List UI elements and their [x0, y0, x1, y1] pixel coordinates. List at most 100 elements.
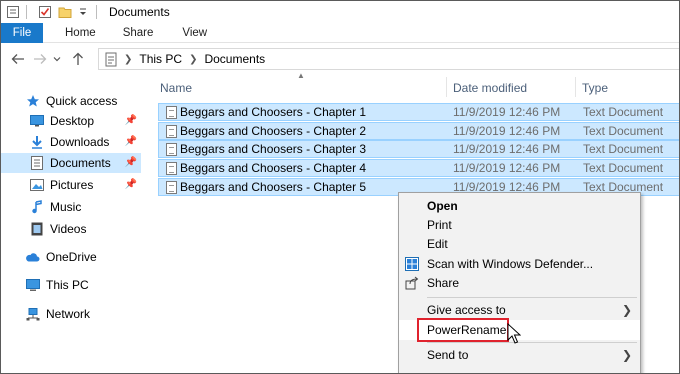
sidebar-item-label: OneDrive	[46, 250, 97, 264]
file-date: 11/9/2019 12:46 PM	[453, 161, 561, 175]
mouse-pointer-icon	[507, 322, 522, 345]
tab-view[interactable]: View	[166, 23, 220, 43]
menu-item-label: Send to	[427, 348, 469, 362]
computer-icon	[25, 278, 40, 292]
desktop-folder-icon	[29, 114, 44, 128]
tab-share[interactable]: Share	[109, 23, 167, 43]
up-arrow-icon[interactable]	[69, 49, 87, 69]
column-divider[interactable]	[575, 77, 576, 97]
column-header-type[interactable]: Type	[582, 79, 608, 97]
file-row[interactable]: Beggars and Choosers - Chapter 1 11/9/20…	[158, 103, 679, 121]
file-name: Beggars and Choosers - Chapter 5	[180, 180, 367, 194]
menu-item-label: Give access to	[427, 303, 506, 317]
sidebar-item-label: This PC	[46, 278, 89, 292]
breadcrumb-documents[interactable]: Documents	[204, 52, 265, 66]
tab-file[interactable]: File	[1, 23, 43, 43]
file-name: Beggars and Choosers - Chapter 4	[180, 161, 367, 175]
file-type: Text Document	[583, 124, 664, 138]
context-menu: Open Print Edit Scan with Windows Defend…	[398, 192, 641, 373]
menu-item-give-access[interactable]: Give access to ❯	[399, 300, 640, 320]
address-bar[interactable]: ❯ This PC ❯ Documents	[98, 48, 679, 70]
recent-locations-chevron-icon[interactable]	[51, 49, 63, 69]
sort-ascending-icon: ▲	[297, 71, 305, 80]
sidebar-item-this-pc[interactable]: This PC	[1, 275, 141, 295]
sidebar-item-label: Quick access	[46, 94, 118, 108]
menu-item-print[interactable]: Print	[399, 215, 640, 235]
network-icon	[25, 307, 40, 321]
window-title: Documents	[109, 5, 170, 19]
properties-icon[interactable]	[6, 5, 20, 19]
checkmark-properties-icon[interactable]	[38, 5, 52, 19]
music-icon	[29, 200, 44, 214]
titlebar-divider	[26, 5, 27, 19]
sidebar-item-pictures[interactable]: Pictures 📌	[1, 175, 141, 195]
sidebar-item-label: Desktop	[50, 114, 95, 128]
powerrename-highlight	[417, 318, 509, 342]
videos-icon	[29, 222, 44, 236]
explorer-window: Documents File Home Share View ❯ This PC…	[0, 0, 680, 374]
pin-icon[interactable]: 📌	[125, 115, 137, 126]
file-row[interactable]: Beggars and Choosers - Chapter 4 11/9/20…	[158, 159, 679, 177]
column-header-date-modified[interactable]: Date modified	[453, 79, 527, 97]
defender-icon	[405, 257, 419, 271]
text-file-icon	[166, 162, 177, 175]
file-date: 11/9/2019 12:46 PM	[453, 124, 561, 138]
star-icon	[25, 94, 40, 108]
breadcrumb-chevron-icon[interactable]: ❯	[124, 54, 132, 65]
text-file-icon	[166, 106, 177, 119]
pin-icon[interactable]: 📌	[125, 157, 137, 168]
sidebar-item-music[interactable]: Music	[1, 197, 141, 217]
submenu-arrow-icon: ❯	[621, 303, 632, 317]
sidebar-item-downloads[interactable]: Downloads 📌	[1, 132, 141, 152]
pin-icon[interactable]: 📌	[125, 179, 137, 190]
menu-separator	[427, 342, 637, 343]
sidebar-item-label: Videos	[50, 222, 87, 236]
navigation-bar: ❯ This PC ❯ Documents	[1, 45, 679, 73]
pictures-folder-icon	[29, 178, 44, 192]
column-header-name[interactable]: Name	[160, 79, 192, 97]
share-icon	[405, 276, 419, 290]
documents-folder-icon	[29, 156, 44, 170]
text-file-icon	[166, 125, 177, 138]
menu-item-edit[interactable]: Edit	[399, 234, 640, 254]
back-arrow-icon[interactable]	[9, 49, 27, 69]
document-location-icon	[105, 52, 117, 67]
text-file-icon	[166, 143, 177, 156]
sidebar-item-network[interactable]: Network	[1, 304, 141, 324]
sidebar-item-label: Pictures	[50, 178, 94, 192]
file-date: 11/9/2019 12:46 PM	[453, 142, 561, 156]
sidebar-item-documents[interactable]: Documents 📌	[1, 153, 141, 173]
file-name: Beggars and Choosers - Chapter 1	[180, 105, 367, 119]
sidebar-item-label: Network	[46, 307, 91, 321]
titlebar-divider	[96, 5, 97, 19]
ribbon-tabs: File Home Share View	[1, 23, 679, 43]
column-divider[interactable]	[446, 77, 447, 97]
breadcrumb-chevron-icon[interactable]: ❯	[189, 54, 197, 65]
menu-item-share[interactable]: Share	[399, 273, 640, 293]
new-folder-icon[interactable]	[58, 5, 72, 19]
sidebar-item-label: Downloads	[50, 135, 110, 149]
sidebar-item-videos[interactable]: Videos	[1, 219, 141, 239]
file-row[interactable]: Beggars and Choosers - Chapter 2 11/9/20…	[158, 122, 679, 140]
menu-item-open[interactable]: Open	[399, 196, 640, 216]
file-row[interactable]: Beggars and Choosers - Chapter 3 11/9/20…	[158, 140, 679, 158]
sidebar-item-label: Documents	[50, 156, 111, 170]
menu-item-label: Scan with Windows Defender...	[427, 257, 594, 271]
text-file-icon	[166, 181, 177, 194]
menu-item-scan-defender[interactable]: Scan with Windows Defender...	[399, 254, 640, 274]
tab-home[interactable]: Home	[43, 23, 109, 43]
navigation-pane: Quick access Desktop 📌 Downloads 📌 Docum…	[1, 81, 151, 373]
sidebar-item-label: Music	[50, 200, 82, 214]
sidebar-item-desktop[interactable]: Desktop 📌	[1, 111, 141, 131]
file-type: Text Document	[583, 105, 664, 119]
title-bar: Documents	[1, 1, 679, 23]
menu-item-send-to[interactable]: Send to ❯	[399, 345, 640, 365]
breadcrumb-this-pc[interactable]: This PC	[139, 52, 182, 66]
sidebar-item-onedrive[interactable]: OneDrive	[1, 247, 141, 267]
file-type: Text Document	[583, 142, 664, 156]
customize-quick-access-icon[interactable]	[76, 5, 90, 19]
pin-icon[interactable]: 📌	[125, 136, 137, 147]
sidebar-item-quick-access[interactable]: Quick access	[1, 91, 141, 111]
file-type: Text Document	[583, 161, 664, 175]
forward-arrow-icon[interactable]	[31, 49, 49, 69]
